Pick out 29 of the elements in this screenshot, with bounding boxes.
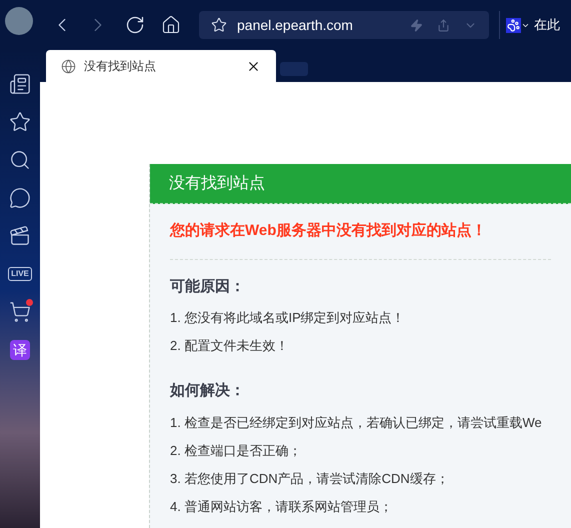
list-item: 3. 若您使用了CDN产品，请尝试清除CDN缓存； [170,470,450,488]
live-icon[interactable]: LIVE [8,267,32,281]
avatar[interactable] [5,7,33,35]
list-item: 2. 配置文件未生效！ [170,337,290,355]
error-message: 您的请求在Web服务器中没有找到对应的站点！ [170,204,551,260]
tab-title: 没有找到站点 [84,58,156,75]
list-item: 1. 检查是否已经绑定到对应站点，若确认已绑定，请尝试重载We [170,414,543,432]
bookmark-star-icon[interactable] [211,17,227,33]
section-heading: 如何解决： [170,381,246,401]
search-placeholder[interactable]: 在此 [534,15,560,35]
search-icon[interactable] [9,149,31,171]
list-item: 2. 检查端口是否正确； [170,442,302,460]
address-bar[interactable]: panel.epearth.com [199,11,489,39]
browser-tab[interactable]: 没有找到站点 [46,50,276,82]
star-icon[interactable] [9,111,31,133]
list-item: 1. 您没有将此域名或IP绑定到对应站点！ [170,309,406,327]
home-icon[interactable] [161,15,181,35]
search-engine-icon[interactable] [506,18,521,32]
news-icon[interactable] [9,73,31,95]
section-heading: 可能原因： [170,276,246,296]
cart-icon[interactable] [9,301,31,323]
translate-icon[interactable]: 译 [10,340,30,360]
list-item: 4. 普通网站访客，请联系网站管理员； [170,498,394,516]
card-header: 没有找到站点 [150,164,571,204]
globe-icon [61,58,76,74]
url-text: panel.epearth.com [237,16,353,35]
chat-icon[interactable] [9,187,31,209]
video-icon[interactable] [9,225,31,247]
reload-icon[interactable] [125,15,145,35]
